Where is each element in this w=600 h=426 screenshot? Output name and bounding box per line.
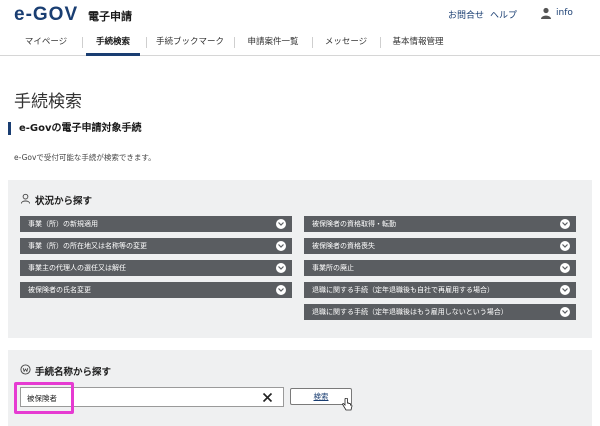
nav-divider — [234, 37, 235, 48]
help-link[interactable]: ヘルプ — [490, 8, 517, 21]
nav-divider — [380, 37, 381, 48]
dropdown-office-closure[interactable]: 事業所の廃止 — [304, 260, 576, 276]
top-header: e-GOV 電子申請 お問合せ ヘルプ info — [0, 0, 600, 28]
nav-applications[interactable]: 申請案件一覧 — [240, 28, 306, 56]
clear-icon[interactable] — [262, 392, 273, 403]
chevron-down-icon — [276, 263, 286, 273]
main-nav: マイページ 手続検索 手続ブックマーク 申請案件一覧 メッセージ 基本情報管理 — [0, 28, 600, 56]
nav-divider — [312, 37, 313, 48]
nav-bookmarks[interactable]: 手続ブックマーク — [152, 28, 228, 56]
section-heading: e-Govの電子申請対象手続 — [8, 122, 142, 135]
nav-divider — [146, 37, 147, 48]
hand-cursor-icon — [342, 398, 353, 411]
dropdown-retirement-no-rehire[interactable]: 退職に関する手続（定年退職後はもう雇用しないという場合） — [304, 304, 576, 320]
chevron-down-icon — [276, 241, 286, 251]
dropdown-label: 被保険者の資格取得・転勤 — [312, 220, 396, 228]
dropdown-label: 被保険者の氏名変更 — [28, 286, 91, 294]
nav-divider — [82, 37, 83, 48]
dropdown-agent-appointment[interactable]: 事業主の代理人の選任又は解任 — [20, 260, 292, 276]
dropdown-label: 被保険者の資格喪失 — [312, 242, 375, 250]
logo-subtitle: 電子申請 — [88, 10, 132, 23]
chevron-down-icon — [560, 241, 570, 251]
egov-logo[interactable]: e-GOV — [14, 4, 78, 26]
dropdown-retirement-rehire[interactable]: 退職に関する手続（定年退職後も自社で再雇用する場合） — [304, 282, 576, 298]
chevron-down-icon — [560, 307, 570, 317]
dropdown-label: 事業主の代理人の選任又は解任 — [28, 264, 126, 272]
dropdown-qualification-loss[interactable]: 被保険者の資格喪失 — [304, 238, 576, 254]
chevron-down-icon — [276, 285, 286, 295]
dropdown-address-change[interactable]: 事業（所）の所在地又は名称等の変更 — [20, 238, 292, 254]
page-title: 手続検索 — [14, 92, 82, 112]
status-search-title: 状況から探す — [35, 196, 93, 207]
nav-basic-info[interactable]: 基本情報管理 — [386, 28, 450, 56]
dropdown-new-application[interactable]: 事業（所）の新規適用 — [20, 216, 292, 232]
dropdown-name-change[interactable]: 被保険者の氏名変更 — [20, 282, 292, 298]
chevron-down-icon — [560, 263, 570, 273]
dropdown-label: 事業（所）の新規適用 — [28, 220, 98, 228]
dropdown-label: 退職に関する手続（定年退職後も自社で再雇用する場合） — [312, 286, 494, 294]
chevron-down-icon — [276, 219, 286, 229]
user-menu[interactable]: info — [556, 8, 573, 18]
section-description: e-Govで受付可能な手続が検索できます。 — [14, 153, 156, 162]
name-search-icon — [20, 364, 31, 375]
person-icon — [20, 193, 31, 204]
inquiry-link[interactable]: お問合せ — [448, 8, 484, 21]
nav-mypage[interactable]: マイページ — [16, 28, 76, 56]
chevron-down-icon — [560, 285, 570, 295]
name-search-title: 手続名称から探す — [35, 367, 112, 378]
dropdown-label: 退職に関する手続（定年退職後はもう雇用しないという場合） — [312, 308, 508, 316]
dropdown-qualification-acquisition[interactable]: 被保険者の資格取得・転勤 — [304, 216, 576, 232]
dropdown-label: 事業所の廃止 — [312, 264, 354, 272]
nav-procedure-search[interactable]: 手続検索 — [86, 28, 140, 56]
dropdown-label: 事業（所）の所在地又は名称等の変更 — [28, 242, 147, 250]
chevron-down-icon — [560, 219, 570, 229]
nav-messages[interactable]: メッセージ — [318, 28, 374, 56]
user-icon[interactable] — [540, 7, 552, 19]
input-highlight-box — [14, 382, 74, 414]
